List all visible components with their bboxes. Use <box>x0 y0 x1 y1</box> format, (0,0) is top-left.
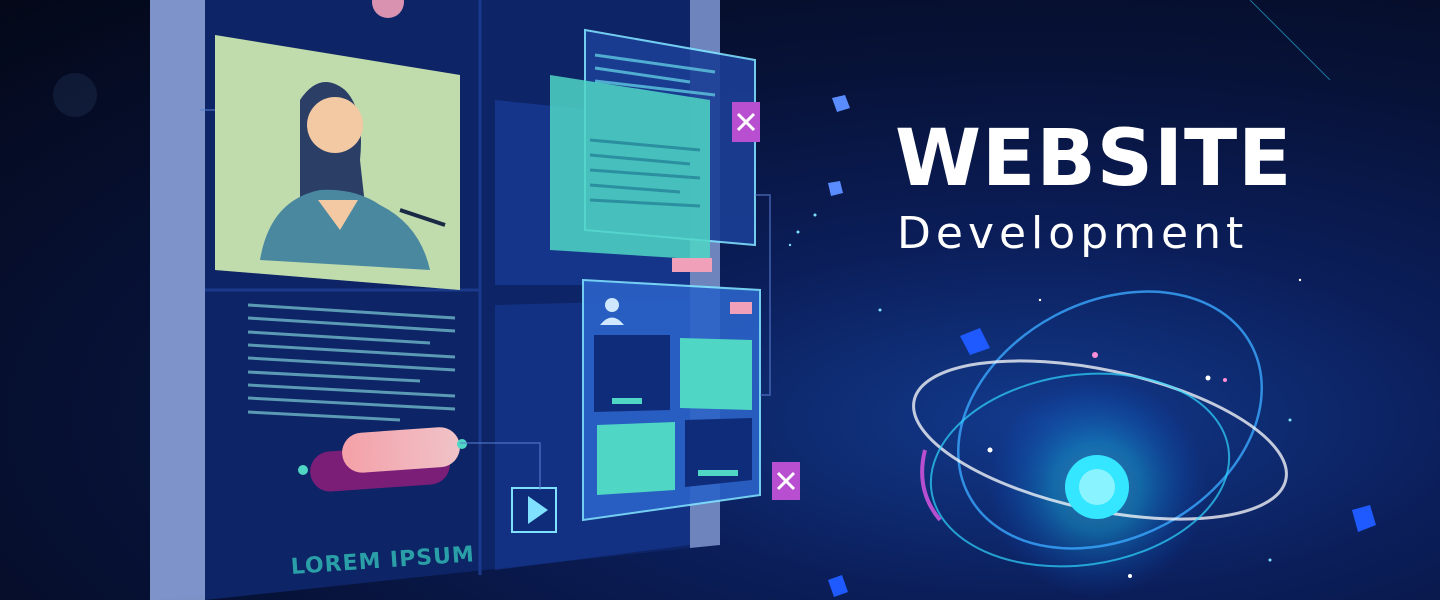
close-icon <box>772 462 800 500</box>
headline-title: WEBSITE <box>895 114 1293 204</box>
illustration <box>53 0 1376 600</box>
headline-subtitle: Development <box>897 208 1249 259</box>
headline: WEBSITE Development <box>895 120 1335 256</box>
profile-picture-panel <box>215 35 460 290</box>
close-icon <box>732 102 760 142</box>
hero-banner: WEBSITE Development LOREM IPSUM <box>0 0 1440 600</box>
floating-window-bottom <box>582 278 761 522</box>
orbit-graphic <box>912 290 1288 597</box>
play-icon <box>511 487 557 533</box>
